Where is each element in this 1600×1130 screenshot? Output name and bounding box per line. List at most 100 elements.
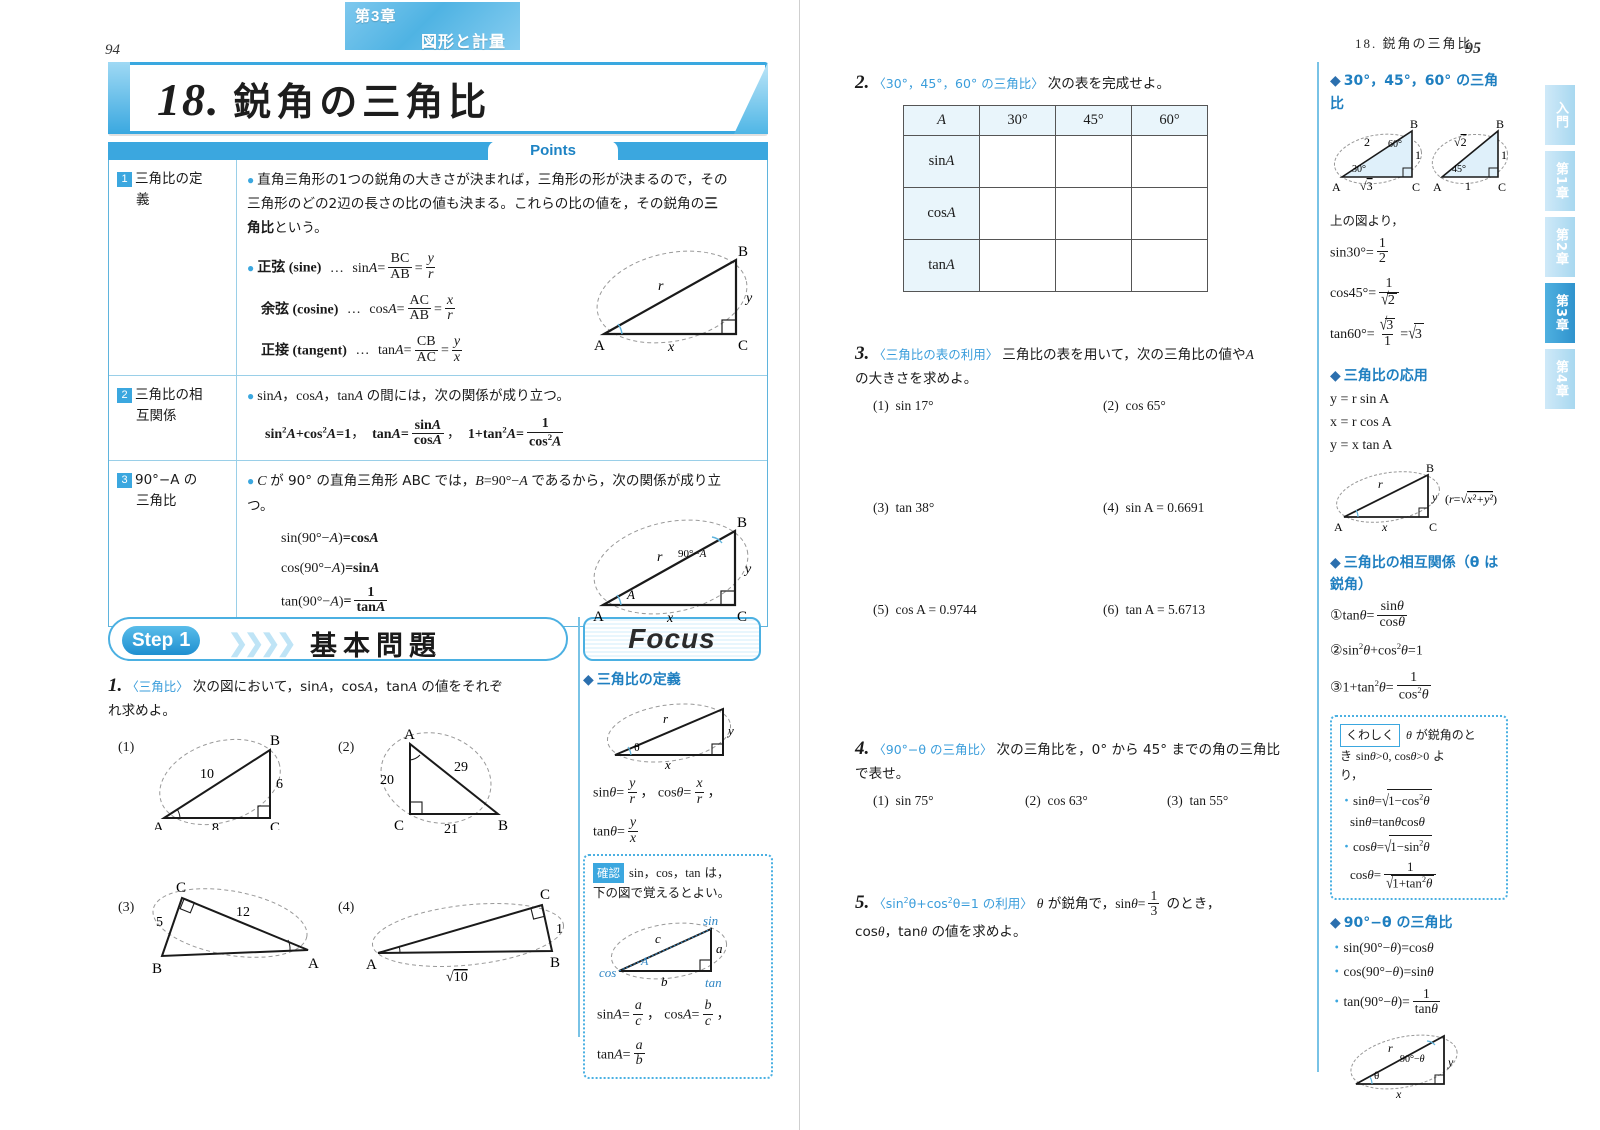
svg-text:B: B — [498, 818, 508, 834]
svg-text:√2: √2 — [1454, 135, 1467, 149]
page-number-left: 94 — [105, 42, 120, 58]
points-row: 2 三角比の相 互関係 ● sinA，cosA，tanA の間には，次の関係が成り立つ… — [109, 376, 767, 462]
problem-3-item-2: (2) cos 65° — [1103, 397, 1166, 413]
trig-values-table: A 30° 45° 60° sinA cosA tanA — [903, 104, 1208, 292]
tab-chapter-4[interactable]: 第4章 — [1545, 349, 1575, 409]
definition-tangent: 正接 (tangent) … tanA= CB AC = y x — [261, 333, 463, 365]
bullet-icon: ● — [247, 173, 255, 187]
step-banner: Step 1 ❯❯❯❯ 基本問題 — [108, 617, 568, 662]
sidebar-block1-lead: 上の図より， — [1330, 213, 1404, 229]
table-cell[interactable] — [979, 238, 1056, 292]
problem-2: 2. 〈30°，45°，60° の三角比〉 次の表を完成せよ。 A 30° 45… — [855, 72, 1315, 292]
table-cell[interactable] — [979, 186, 1056, 240]
svg-text:θ: θ — [634, 740, 640, 754]
sidebar-formula-y-xtanA: y = x tan A — [1330, 437, 1393, 453]
svg-text:2: 2 — [1364, 135, 1370, 149]
svg-text:21: 21 — [444, 822, 458, 836]
table-cell[interactable] — [1055, 238, 1132, 292]
problem-4-number: 4. — [855, 738, 870, 759]
svg-text:1: 1 — [1465, 179, 1471, 193]
table-header-cell: 45° — [1055, 104, 1132, 136]
sidebar-formula-tan-co: ・tan(90°−θ)= 1 tanθ — [1330, 986, 1440, 1017]
table-cell[interactable] — [1131, 134, 1208, 188]
tab-intro[interactable]: 入門 — [1545, 85, 1575, 145]
svg-text:x: x — [1381, 520, 1388, 534]
svg-text:6: 6 — [276, 777, 283, 792]
table-header-cell: 60° — [1131, 104, 1208, 136]
step-label: Step — [132, 630, 174, 651]
confirm-tag: 確認 — [593, 862, 624, 884]
sidebar-application-figure: A B C r x y (r=√x²+y²) — [1334, 461, 1497, 534]
step-title: 基本問題 — [310, 631, 442, 662]
svg-text:a: a — [716, 941, 723, 956]
svg-text:B: B — [550, 955, 560, 971]
special-triangles-figure: A B C 2 1 √3 30° 60° A B C √2 1 1 45° — [1332, 117, 1509, 194]
table-cell[interactable] — [1131, 238, 1208, 292]
problem-4-item-1: (1) sin 75° — [873, 792, 934, 808]
focus-title: Focus — [628, 623, 716, 654]
points-box: Points 1 三角比の定義 ● 直角三角形の1つの鋭角の大きさが決まれば，三角形… — [108, 141, 768, 628]
problem-1-item-2: (2) — [338, 738, 354, 756]
sidebar-formula-tan60: tan60°= √3 1 =√3 — [1330, 316, 1424, 350]
chapter-tab-strip: 入門 第1章 第2章 第3章 第4章 — [1545, 85, 1575, 415]
section-title-banner: 18. 鋭角の三角比 — [108, 62, 768, 134]
problem-3-item-3: (3) tan 38° — [873, 499, 935, 515]
svg-text:C: C — [1412, 180, 1420, 194]
svg-text:A: A — [404, 727, 415, 743]
bullet-icon: ● — [247, 260, 255, 275]
sidebar-block5-heading: ◆ 90°−θ の三角比 — [1330, 914, 1453, 931]
points-row: 1 三角比の定義 ● 直角三角形の1つの鋭角の大きさが決まれば，三角形の形が決まるの… — [109, 160, 767, 377]
right-sidebar: ◆ 30°，45°，60° の三角比 A B C 2 1 √3 30° 60° A… — [1317, 62, 1509, 1108]
table-cell[interactable] — [1131, 186, 1208, 240]
svg-text:C: C — [1498, 180, 1506, 194]
problem-3-item-1: (1) sin 17° — [873, 397, 934, 413]
item-label: (3) — [118, 900, 135, 915]
points-row-body: ● 直角三角形の1つの鋭角の大きさが決まれば，三角形の形が決まるので，その 三角形の… — [237, 160, 767, 375]
svg-text:√10: √10 — [446, 970, 468, 985]
tab-chapter-2[interactable]: 第2章 — [1545, 217, 1575, 277]
item-label: (4) — [338, 900, 355, 915]
svg-text:1: 1 — [556, 922, 563, 937]
table-cell[interactable] — [979, 134, 1056, 188]
diamond-icon: ◆ — [583, 672, 594, 688]
svg-text:y: y — [726, 723, 734, 738]
problem-4-item-2: (2) cos 63° — [1025, 792, 1088, 808]
diamond-icon: ◆ — [1330, 73, 1341, 89]
definition-cosine: 余弦 (cosine) … cosA= AC AB = x r — [261, 292, 455, 324]
table-row-label: tanA — [903, 238, 980, 292]
sidebar-block1-heading: ◆ 30°，45°，60° の三角比 — [1330, 73, 1499, 112]
svg-text:r: r — [1378, 477, 1383, 491]
svg-text:A: A — [153, 820, 164, 830]
problem-1-item-1: (1) — [118, 738, 134, 756]
focus-mnemonic-formula-2: tanA= a b — [597, 1037, 645, 1069]
figure-1-4: A B C 1 √10 — [366, 887, 565, 985]
bullet-icon: ● — [247, 474, 255, 489]
sidebar-formula-tan-identity: ①tanθ= sinθ cosθ — [1330, 598, 1408, 630]
svg-text:90°−θ: 90°−θ — [1400, 1054, 1425, 1065]
table-cell[interactable] — [1055, 186, 1132, 240]
chapter-tag-line1: 第3章 — [355, 8, 397, 25]
svg-text:√3: √3 — [1360, 179, 1373, 193]
sidebar-detail-formula-4: cosθ= 1 √1+tan2θ — [1350, 860, 1498, 891]
points-row-body: ● C が 90° の直角三角形 ABC では，B=90°−A であるから，次の関… — [237, 461, 767, 626]
chevron-right-icon: ❯❯❯❯ — [228, 631, 296, 657]
focus-banner: Focus — [583, 617, 761, 661]
svg-text:30°: 30° — [1352, 164, 1366, 175]
reciprocal-relations-formula: sin2A+cos2A=1， tanA= sinA cosA， 1+tan2A= 1 c… — [265, 416, 564, 450]
figure-1-1: A B C 10 6 8 — [153, 733, 283, 830]
tab-chapter-1[interactable]: 第1章 — [1545, 151, 1575, 211]
tab-chapter-3[interactable]: 第3章 — [1545, 283, 1575, 343]
table-header-cell: A — [903, 104, 980, 136]
table-cell[interactable] — [1055, 134, 1132, 188]
sidebar-formula-sin-co: ・sin(90°−θ)=cosθ — [1330, 939, 1434, 955]
points-row-number: 1 — [117, 172, 132, 187]
points-row-body: ● sinA，cosA，tanA の間には，次の関係が成り立つ。 sin2A+co… — [237, 376, 767, 460]
focus-formula-sin-cos: sinθ= y r， cosθ= x r， — [593, 776, 722, 807]
focus-block1-heading: ◆ 三角比の定義 — [583, 672, 681, 688]
svg-text:5: 5 — [156, 915, 163, 930]
problem-2-text: 次の表を完成せよ。 — [1047, 76, 1171, 92]
svg-text:B: B — [270, 733, 280, 749]
table-row: tanA — [903, 238, 1208, 292]
sidebar-complement-figure: r x y θ 90°−θ — [1350, 1034, 1458, 1101]
problem-1: 1. 〈三角比〉 次の図において，sinA，cosA，tanA の値をそれぞ れ求… — [108, 675, 573, 724]
